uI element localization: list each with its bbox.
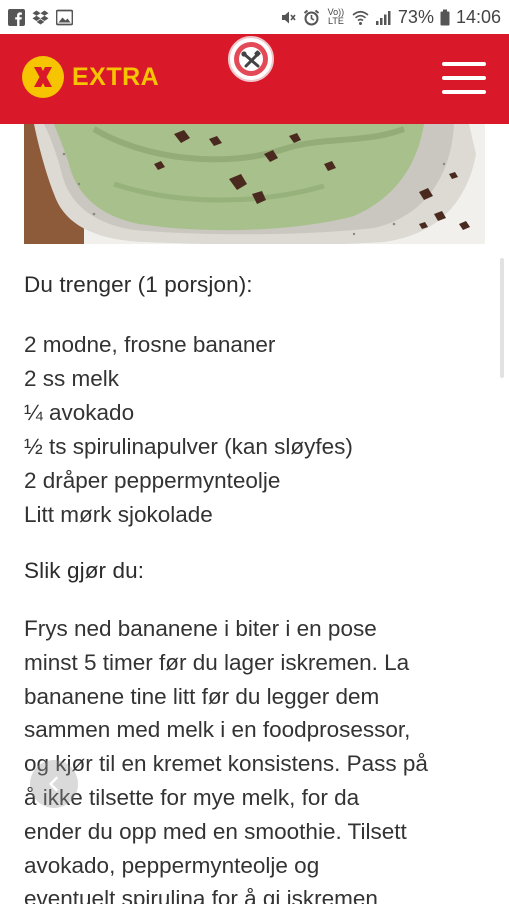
extra-logo[interactable]: EXTRA (22, 56, 159, 98)
dropbox-icon (32, 10, 49, 24)
floating-back-button[interactable] (30, 760, 78, 808)
method-heading: Slik gjør du: (24, 558, 145, 583)
mute-icon (281, 11, 296, 23)
status-bar-left (8, 8, 73, 26)
signal-icon (375, 10, 391, 25)
ingredient-item: ½ ts spirulinapulver (kan sløyfes) (24, 434, 353, 459)
method-line: eventuelt spirulina for å gi iskremen (24, 886, 378, 904)
method-text: Frys ned bananene i biter i en pose mins… (24, 612, 494, 904)
menu-line (442, 90, 486, 94)
alarm-icon (303, 9, 319, 25)
chevron-left-icon (49, 776, 58, 792)
clock: 14:06 (455, 6, 501, 27)
wifi-icon (352, 10, 369, 25)
status-bar-right: Vo)) LTE 73% 14:06 (280, 7, 501, 28)
ingredient-item: ¼ avokado (24, 400, 135, 425)
menu-line (442, 76, 486, 80)
battery-percent: 73% (397, 6, 434, 27)
ingredient-item: 2 dråper peppermynteolje (24, 468, 281, 493)
battery-icon (440, 9, 450, 25)
brand-name: EXTRA (72, 62, 160, 91)
ingredients-heading: Du trenger (1 porsjon): (24, 272, 253, 297)
menu-line (442, 62, 486, 66)
method-line: bananene tine litt før du legger dem (24, 683, 380, 709)
ingredient-item: Litt mørk sjokolade (24, 502, 213, 527)
method-line: Frys ned bananene i biter i en pose (24, 616, 377, 641)
no-tools-badge-icon[interactable] (228, 36, 274, 82)
facebook-icon (8, 8, 25, 26)
hamburger-menu-icon[interactable] (442, 62, 486, 94)
ingredient-item: 2 modne, frosne bananer (24, 332, 276, 357)
scrollbar[interactable] (500, 258, 504, 378)
method-line: å ikke tilsette for mye melk, for da (24, 784, 360, 810)
method-line: og kjør til en kremet konsistens. Pass p… (24, 751, 428, 777)
method-line: minst 5 timer før du lager iskremen. La (24, 649, 410, 675)
method-line: avokado, peppermynteolje og (24, 852, 320, 878)
volte-label: Vo)) LTE (327, 7, 345, 26)
logo-x-icon (22, 56, 64, 98)
ingredients-list: 2 modne, frosne bananer 2 ss melk ¼ avok… (24, 328, 353, 532)
ingredient-item: 2 ss melk (24, 366, 120, 391)
gallery-icon (56, 9, 73, 25)
method-line: sammen med melk i en foodprosessor, (24, 717, 411, 743)
status-bar: Vo)) LTE 73% 14:06 (0, 0, 509, 34)
method-line: ender du opp med en smoothie. Tilsett (24, 818, 407, 844)
site-header: EXTRA (0, 34, 509, 124)
recipe-photo (24, 124, 485, 244)
